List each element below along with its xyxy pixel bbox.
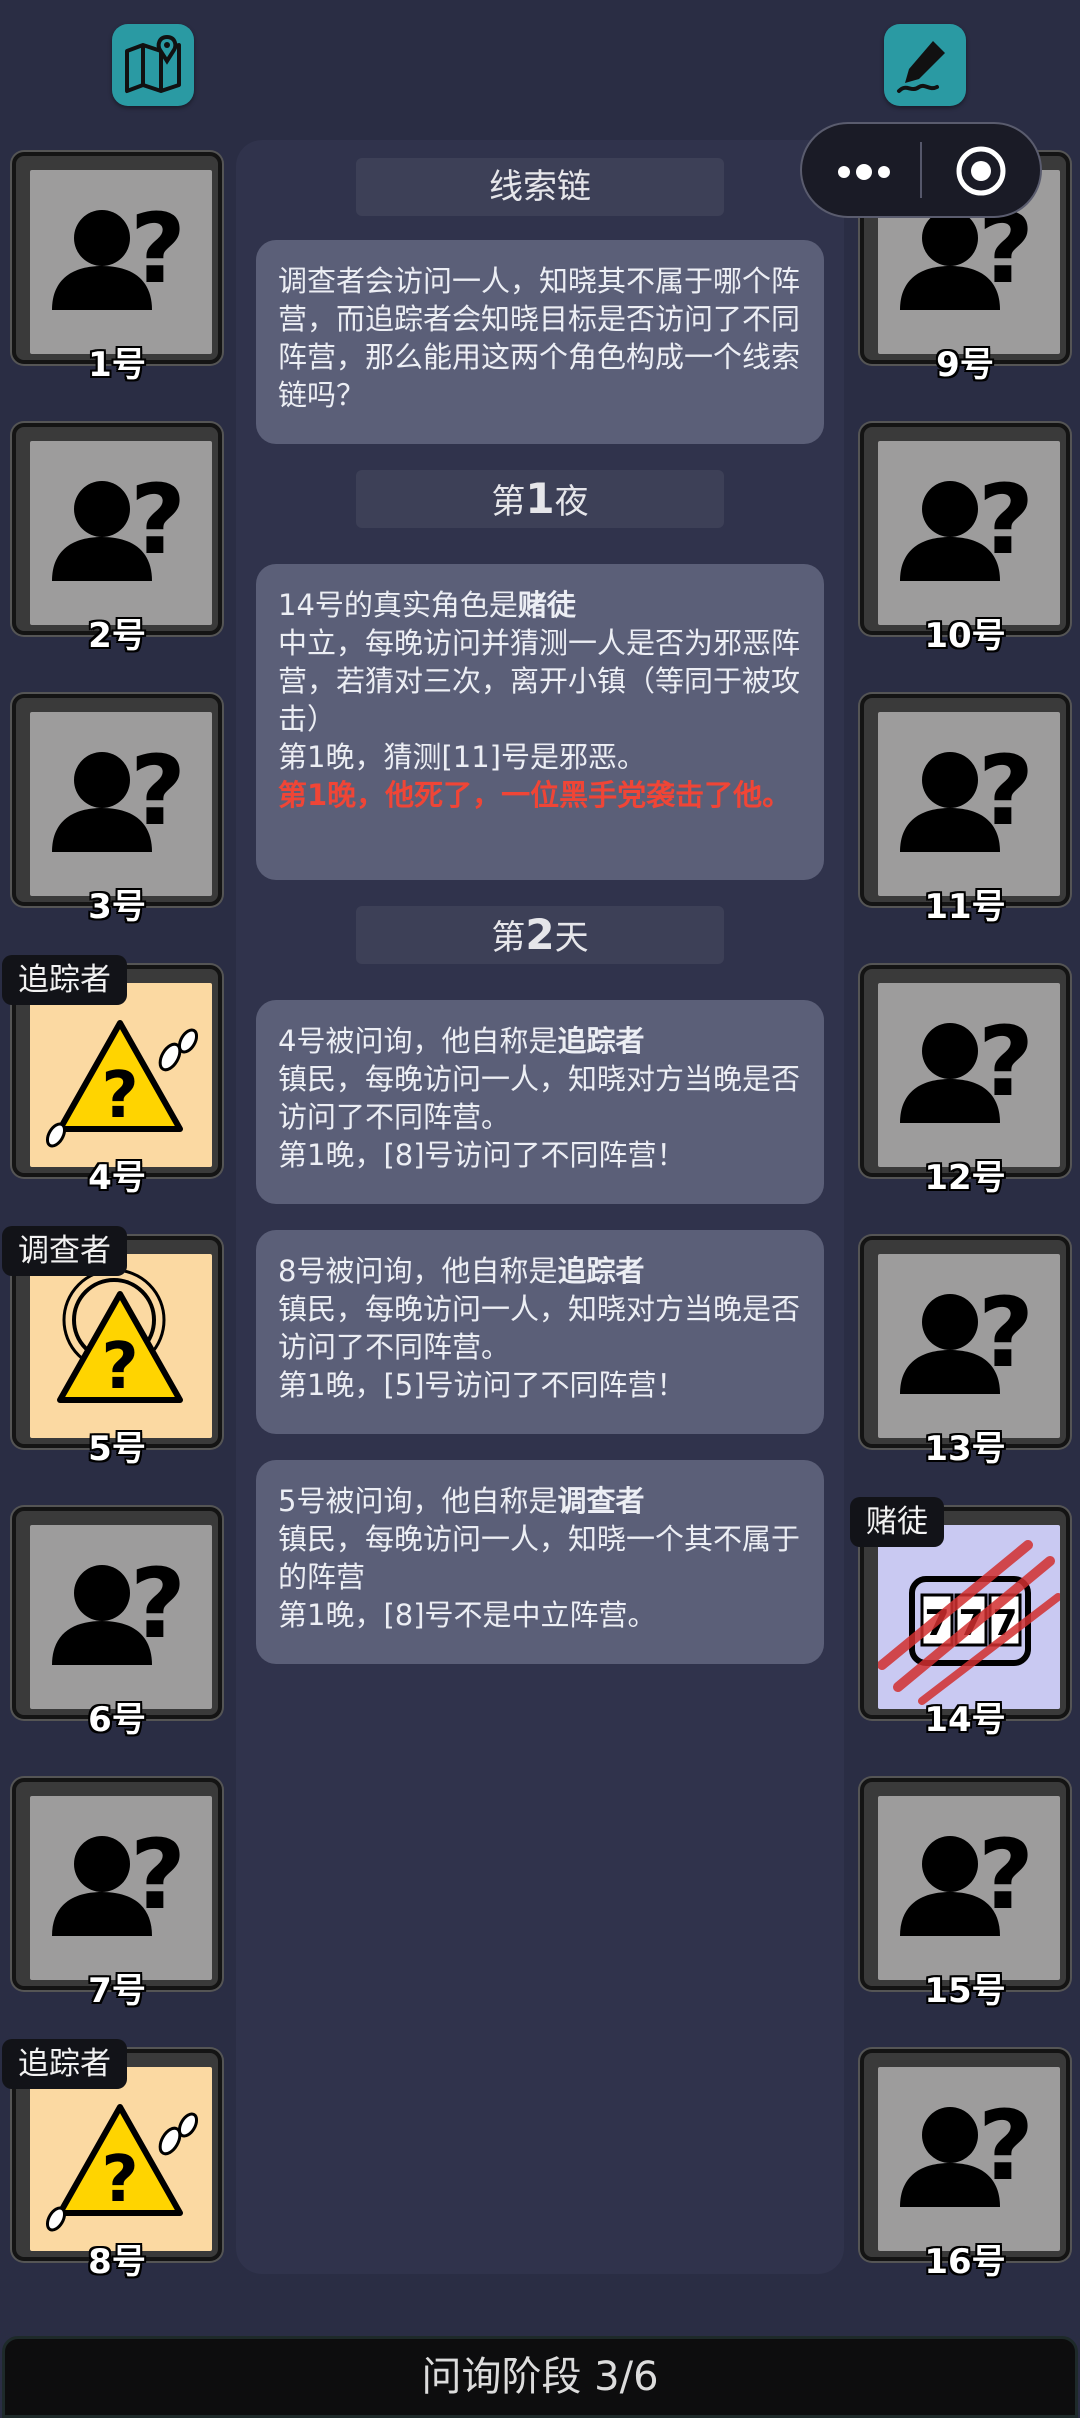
player-card-frame: ?: [860, 965, 1070, 1177]
player-number: 13号: [924, 1429, 1006, 1469]
map-pin-icon: [125, 34, 181, 93]
player-slot[interactable]: ? 3号: [12, 694, 222, 927]
svg-text:?: ?: [130, 1819, 186, 1931]
player-slot[interactable]: ? 2号: [12, 423, 222, 656]
log-panel[interactable]: [236, 140, 844, 2274]
player-card-frame: ?: [12, 694, 222, 906]
player-number: 5号: [88, 1429, 146, 1469]
player-slot[interactable]: ? 12号: [860, 965, 1070, 1198]
role-claim-tag: 追踪者: [2, 2039, 127, 2089]
player-card-frame: ?: [860, 694, 1070, 906]
player-portrait: ?: [30, 1525, 212, 1709]
night1-message: 14号的真实角色是赌徒 中立，每晚访问并猜测一人是否为邪恶阵营，若猜对三次，离开…: [256, 564, 824, 880]
player-slot[interactable]: ? 6号: [12, 1507, 222, 1740]
section-clue-chain: 线索链: [356, 158, 724, 216]
phase-label: 问询阶段 3/6: [421, 2354, 659, 2400]
role-claim-tag: 调查者: [2, 1226, 127, 1276]
player-portrait: ?: [30, 983, 212, 1167]
player-card-frame: ?: [12, 1507, 222, 1719]
player-portrait: 777: [878, 1525, 1060, 1709]
edit-button[interactable]: [884, 24, 966, 106]
player-number: 3号: [88, 887, 146, 927]
player-number: 9号: [936, 345, 994, 385]
player-card-frame: ?: [860, 1236, 1070, 1448]
player-card-frame: ?: [12, 1778, 222, 1990]
player-slot[interactable]: ? 追踪者 4号: [2, 955, 222, 1198]
player-slot[interactable]: ? 16号: [860, 2049, 1070, 2282]
pen-signature-icon: [897, 41, 945, 93]
player-portrait: ?: [30, 1254, 212, 1438]
player-number: 10号: [924, 616, 1006, 656]
player-number: 1号: [88, 345, 146, 385]
svg-text:?: ?: [978, 2090, 1034, 2202]
player-portrait: ?: [878, 1796, 1060, 1980]
player-slot[interactable]: ? 15号: [860, 1778, 1070, 2011]
player-portrait: ?: [30, 170, 212, 354]
player-slot[interactable]: ? 11号: [860, 694, 1070, 927]
player-slot[interactable]: ? 13号: [860, 1236, 1070, 1469]
player-portrait: ?: [878, 441, 1060, 625]
role-claim-tag: 追踪者: [2, 955, 127, 1005]
player-number: 12号: [924, 1158, 1006, 1198]
player-portrait: ?: [30, 712, 212, 896]
player-portrait: ?: [878, 1254, 1060, 1438]
svg-text:?: ?: [130, 735, 186, 847]
svg-text:?: ?: [978, 464, 1034, 576]
section-night-1: 第1夜: [356, 470, 724, 528]
player-number: 4号: [88, 1158, 146, 1198]
player-number: 8号: [88, 2242, 146, 2282]
player-slot[interactable]: ? 调查者 5号: [2, 1226, 222, 1469]
player-slot[interactable]: ? 1号: [12, 152, 222, 385]
capsule-separator: [920, 142, 922, 198]
svg-text:?: ?: [101, 1330, 138, 1404]
svg-text:?: ?: [130, 464, 186, 576]
player-number: 16号: [924, 2242, 1006, 2282]
player-number: 2号: [88, 616, 146, 656]
player-card-frame: ?: [860, 2049, 1070, 2261]
player-card-frame: ?: [12, 152, 222, 364]
miniprogram-capsule: [800, 122, 1042, 218]
intro-message: 调查者会访问一人，知晓其不属于哪个阵营，而追踪者会知晓目标是否访问了不同阵营，那…: [256, 240, 824, 444]
section-day-2: 第2天: [356, 906, 724, 964]
player-slot[interactable]: ? 10号: [860, 423, 1070, 656]
interrogation-message-1: 4号被问询，他自称是追踪者 镇民，每晚访问一人，知晓对方当晚是否访问了不同阵营。…: [256, 1000, 824, 1204]
player-number: 14号: [924, 1700, 1006, 1740]
svg-text:?: ?: [130, 193, 186, 305]
svg-text:?: ?: [130, 1548, 186, 1660]
svg-text:?: ?: [978, 1277, 1034, 1389]
player-card-frame: ?: [12, 423, 222, 635]
player-portrait: ?: [30, 1796, 212, 1980]
svg-text:?: ?: [978, 1006, 1034, 1118]
svg-text:?: ?: [978, 1819, 1034, 1931]
player-portrait: ?: [878, 983, 1060, 1167]
player-card-frame: ?: [860, 423, 1070, 635]
target-circle-icon[interactable]: [954, 144, 1008, 198]
map-button[interactable]: [112, 24, 194, 106]
interrogation-message-2: 8号被问询，他自称是追踪者 镇民，每晚访问一人，知晓对方当晚是否访问了不同阵营。…: [256, 1230, 824, 1434]
interrogation-message-3: 5号被问询，他自称是调查者 镇民，每晚访问一人，知晓一个其不属于的阵营 第1晚，…: [256, 1460, 824, 1664]
player-portrait: ?: [878, 2067, 1060, 2251]
player-slot[interactable]: ? 追踪者 8号: [2, 2039, 222, 2282]
player-portrait: ?: [30, 441, 212, 625]
player-number: 6号: [88, 1700, 146, 1740]
player-number: 15号: [924, 1971, 1006, 2011]
svg-text:?: ?: [978, 735, 1034, 847]
svg-text:?: ?: [101, 2143, 138, 2217]
player-slot[interactable]: ? 7号: [12, 1778, 222, 2011]
player-portrait: ?: [878, 712, 1060, 896]
svg-text:?: ?: [101, 1059, 138, 1133]
player-card-frame: ?: [860, 1778, 1070, 1990]
player-slot[interactable]: 777赌徒 14号: [850, 1497, 1070, 1740]
player-number: 7号: [88, 1971, 146, 2011]
phase-bar: 问询阶段 3/6: [2, 2336, 1078, 2418]
player-number: 11号: [924, 887, 1006, 927]
player-portrait: ?: [30, 2067, 212, 2251]
more-dots-icon[interactable]: [832, 160, 902, 184]
role-claim-tag: 赌徒: [850, 1497, 944, 1547]
